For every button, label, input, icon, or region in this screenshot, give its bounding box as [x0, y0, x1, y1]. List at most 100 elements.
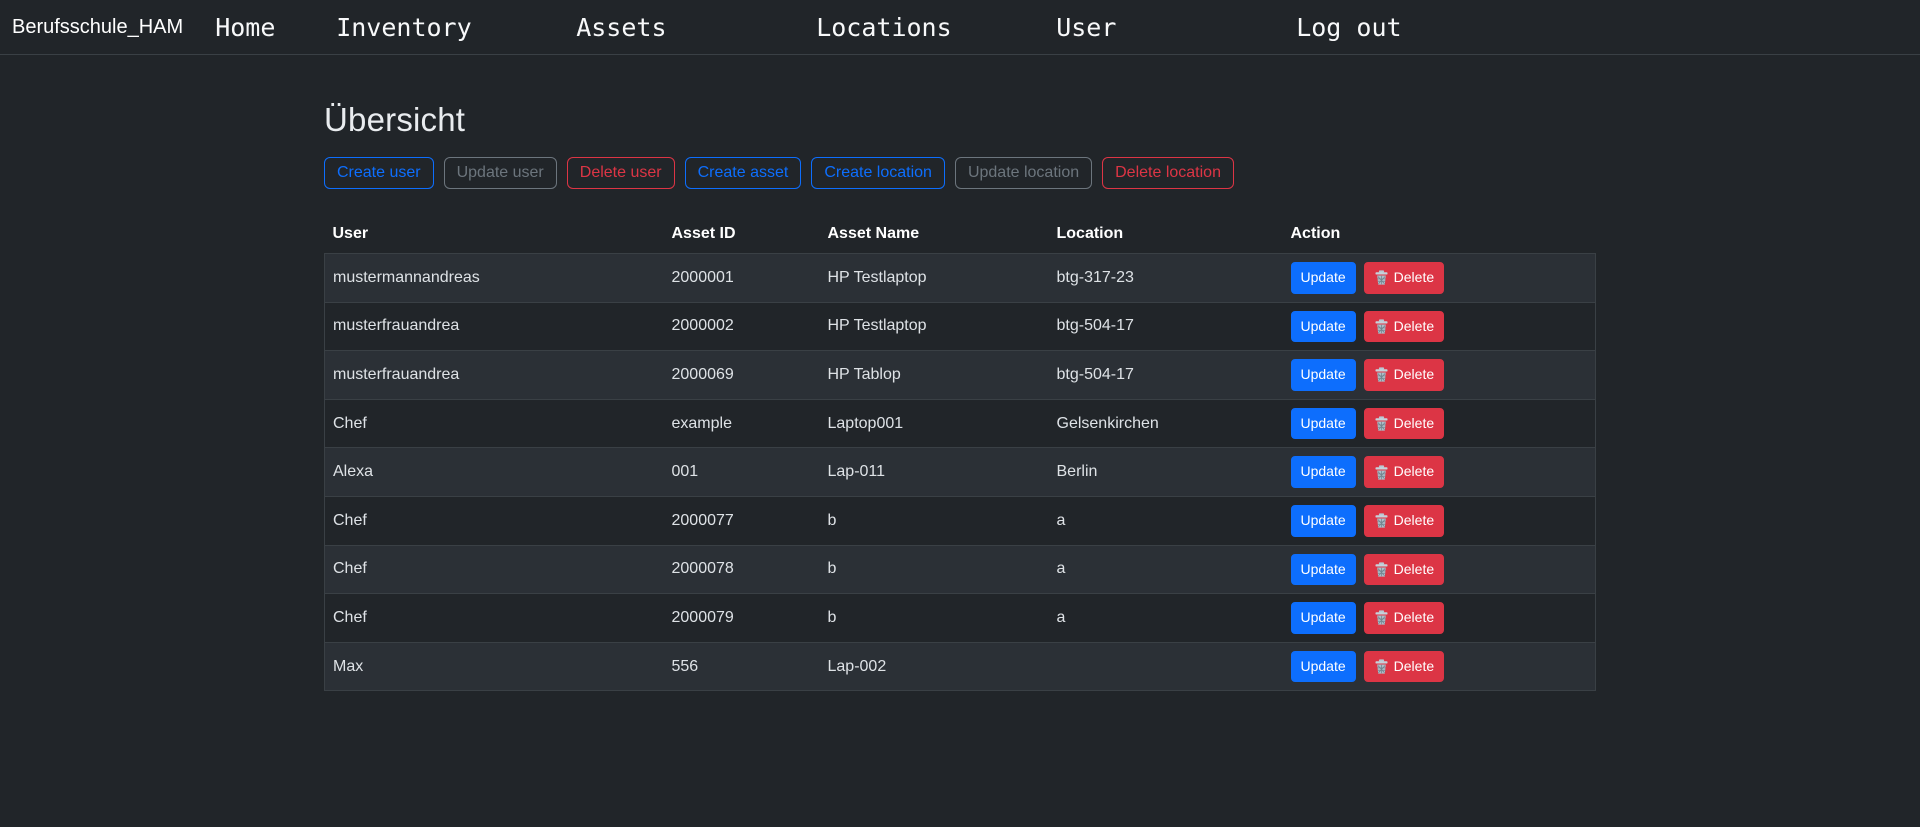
cell-user: Chef [325, 496, 664, 545]
navbar: Berufsschule_HAM HomeInventoryAssetsLoca… [0, 0, 1920, 55]
create-asset-button[interactable]: Create asset [685, 157, 802, 189]
cell-action: Update Delete [1283, 594, 1596, 643]
update-button[interactable]: Update [1291, 408, 1356, 440]
cell-asset-id: 2000001 [664, 254, 820, 303]
update-button[interactable]: Update [1291, 262, 1356, 294]
nav-item-inventory[interactable]: Inventory [336, 13, 576, 42]
trash-icon [1374, 416, 1389, 431]
cell-asset-name: b [820, 545, 1049, 594]
column-header-asset-name: Asset Name [820, 217, 1049, 254]
delete-button[interactable]: Delete [1364, 651, 1444, 683]
update-user-button[interactable]: Update user [444, 157, 557, 189]
column-header-location: Location [1049, 217, 1283, 254]
cell-asset-name: b [820, 496, 1049, 545]
delete-button[interactable]: Delete [1364, 602, 1444, 634]
trash-icon [1374, 562, 1389, 577]
nav-item-locations[interactable]: Locations [816, 13, 1056, 42]
table-header-row: UserAsset IDAsset NameLocationAction [325, 217, 1596, 254]
cell-asset-id: 001 [664, 448, 820, 497]
cell-asset-id: example [664, 399, 820, 448]
create-user-button[interactable]: Create user [324, 157, 434, 189]
update-button[interactable]: Update [1291, 651, 1356, 683]
cell-user: Chef [325, 545, 664, 594]
cell-asset-name: b [820, 594, 1049, 643]
cell-asset-name: Lap-011 [820, 448, 1049, 497]
cell-user: Max [325, 642, 664, 691]
navbar-items: HomeInventoryAssetsLocationsUserLog out [215, 13, 1401, 42]
delete-button[interactable]: Delete [1364, 456, 1444, 488]
toolbar: Create user Update user Delete user Create … [324, 157, 1596, 189]
cell-user: musterfrauandrea [325, 302, 664, 351]
delete-button-label: Delete [1394, 560, 1434, 580]
cell-location: Berlin [1049, 448, 1283, 497]
cell-location [1049, 642, 1283, 691]
cell-action: Update Delete [1283, 545, 1596, 594]
trash-icon [1374, 610, 1389, 625]
delete-button-label: Delete [1394, 657, 1434, 677]
update-location-button[interactable]: Update location [955, 157, 1092, 189]
delete-button-label: Delete [1394, 511, 1434, 531]
table-row: musterfrauandrea2000002HP Testlaptopbtg-… [325, 302, 1596, 351]
delete-button-label: Delete [1394, 414, 1434, 434]
cell-asset-id: 556 [664, 642, 820, 691]
cell-asset-name: HP Testlaptop [820, 254, 1049, 303]
table-row: ChefexampleLaptop001GelsenkirchenUpdateD… [325, 399, 1596, 448]
nav-item-user[interactable]: User [1056, 13, 1296, 42]
cell-asset-name: HP Tablop [820, 351, 1049, 400]
main-content: Übersicht Create user Update user Delete u… [324, 55, 1596, 691]
update-button[interactable]: Update [1291, 359, 1356, 391]
update-button[interactable]: Update [1291, 554, 1356, 586]
page-title: Übersicht [324, 101, 1596, 139]
update-button[interactable]: Update [1291, 602, 1356, 634]
table-row: musterfrauandrea2000069HP Tablopbtg-504-… [325, 351, 1596, 400]
cell-asset-name: HP Testlaptop [820, 302, 1049, 351]
delete-button-label: Delete [1394, 268, 1434, 288]
trash-icon [1374, 513, 1389, 528]
delete-button[interactable]: Delete [1364, 505, 1444, 537]
delete-button[interactable]: Delete [1364, 554, 1444, 586]
column-header-user: User [325, 217, 664, 254]
cell-action: Update Delete [1283, 254, 1596, 303]
trash-icon [1374, 367, 1389, 382]
cell-location: btg-317-23 [1049, 254, 1283, 303]
create-location-button[interactable]: Create location [811, 157, 945, 189]
delete-button[interactable]: Delete [1364, 359, 1444, 391]
cell-location: a [1049, 545, 1283, 594]
delete-button-label: Delete [1394, 608, 1434, 628]
cell-location: Gelsenkirchen [1049, 399, 1283, 448]
delete-user-button[interactable]: Delete user [567, 157, 675, 189]
trash-icon [1374, 659, 1389, 674]
delete-button-label: Delete [1394, 462, 1434, 482]
table-body: mustermannandreas2000001HP Testlaptopbtg… [325, 254, 1596, 691]
cell-action: Update Delete [1283, 448, 1596, 497]
trash-icon [1374, 465, 1389, 480]
delete-button[interactable]: Delete [1364, 262, 1444, 294]
table-row: Max556Lap-002 Update Delete [325, 642, 1596, 691]
cell-location: btg-504-17 [1049, 351, 1283, 400]
cell-asset-id: 2000069 [664, 351, 820, 400]
table-row: Chef2000077baUpdateDelete [325, 496, 1596, 545]
update-button[interactable]: Update [1291, 505, 1356, 537]
cell-asset-name: Laptop001 [820, 399, 1049, 448]
delete-button[interactable]: Delete [1364, 408, 1444, 440]
table-row: Chef2000078baUpdateDelete [325, 545, 1596, 594]
cell-location: a [1049, 594, 1283, 643]
table-row: mustermannandreas2000001HP Testlaptopbtg… [325, 254, 1596, 303]
delete-button-label: Delete [1394, 317, 1434, 337]
trash-icon [1374, 270, 1389, 285]
cell-asset-id: 2000002 [664, 302, 820, 351]
update-button[interactable]: Update [1291, 456, 1356, 488]
cell-action: UpdateDelete [1283, 351, 1596, 400]
cell-asset-name: Lap-002 [820, 642, 1049, 691]
navbar-brand[interactable]: Berufsschule_HAM [12, 16, 183, 39]
delete-button[interactable]: Delete [1364, 311, 1444, 343]
nav-item-assets[interactable]: Assets [576, 13, 816, 42]
nav-item-log-out[interactable]: Log out [1296, 13, 1401, 42]
table-row: Chef2000079baUpdateDelete [325, 594, 1596, 643]
nav-item-home[interactable]: Home [215, 13, 336, 42]
update-button[interactable]: Update [1291, 311, 1356, 343]
cell-asset-id: 2000077 [664, 496, 820, 545]
cell-action: Update Delete [1283, 399, 1596, 448]
delete-location-button[interactable]: Delete location [1102, 157, 1234, 189]
cell-user: musterfrauandrea [325, 351, 664, 400]
